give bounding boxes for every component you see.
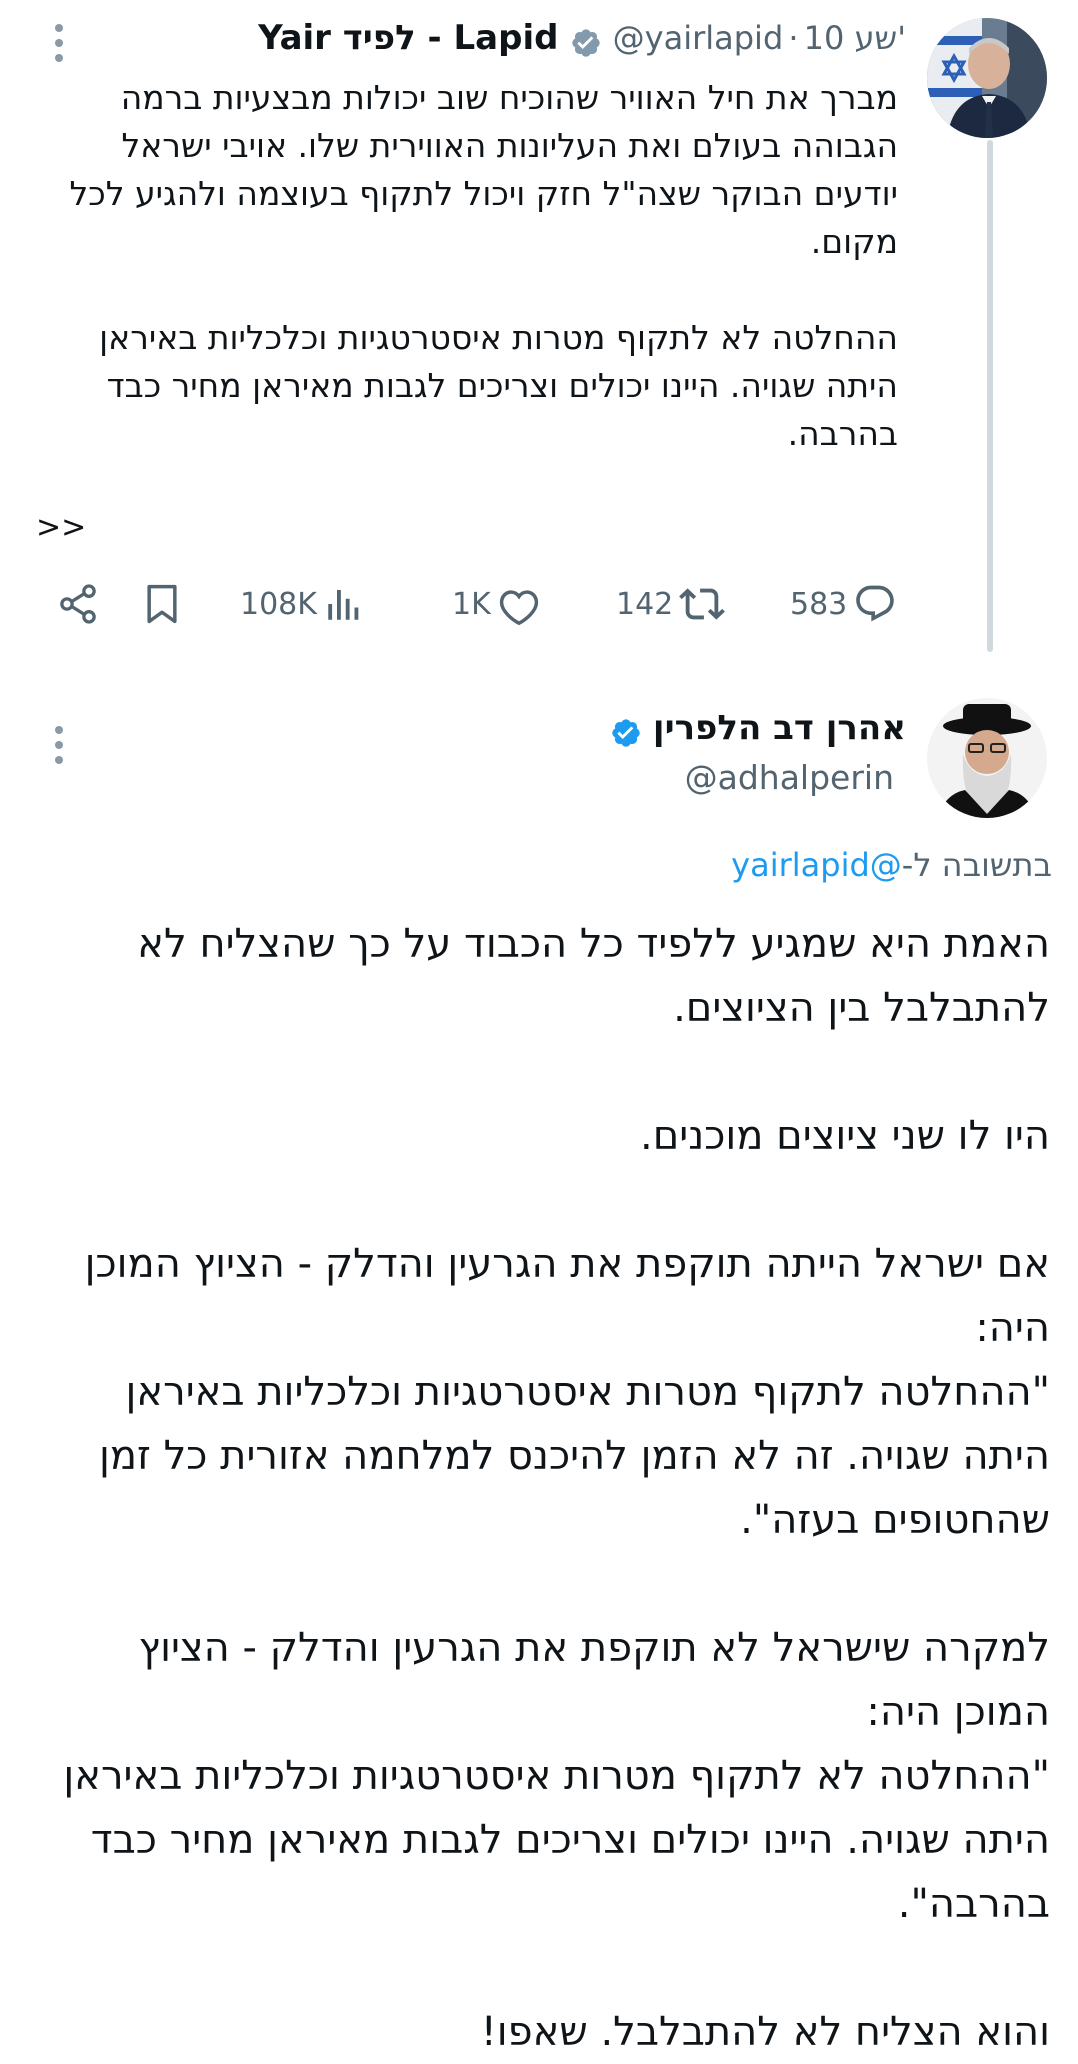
thread-connector-line bbox=[987, 140, 993, 652]
more-vertical-icon[interactable] bbox=[54, 24, 64, 69]
verified-badge-icon bbox=[610, 717, 642, 753]
share-icon bbox=[60, 584, 96, 624]
reply-to-mention[interactable]: @yairlapid bbox=[731, 846, 902, 884]
tweet-header: אהרן דב הלפרין bbox=[610, 708, 906, 756]
avatar-lapid[interactable] bbox=[927, 18, 1047, 138]
views-button[interactable]: 108K bbox=[240, 578, 365, 630]
reply-count: 583 bbox=[790, 586, 848, 622]
timestamp[interactable]: 10 שע' bbox=[804, 19, 906, 57]
reply-context: בתשובה ל-@yairlapid bbox=[731, 846, 1052, 884]
show-more-link[interactable]: >> bbox=[36, 510, 86, 545]
more-vertical-icon[interactable] bbox=[54, 726, 64, 771]
tweet-text: האמת היא שמגיע ללפיד כל הכבוד על כך שהצל… bbox=[63, 921, 1050, 2055]
reply-button[interactable]: 583 bbox=[790, 578, 897, 630]
tweet-text: מברך את חיל האוויר שהוכיח שוב יכולות מבצ… bbox=[69, 78, 898, 453]
avatar-halperin[interactable] bbox=[927, 698, 1047, 818]
repost-icon bbox=[679, 588, 726, 620]
reply-icon bbox=[856, 585, 895, 622]
bookmark-icon bbox=[147, 584, 177, 624]
heart-icon bbox=[499, 590, 538, 626]
handle[interactable]: @yairlapid bbox=[613, 19, 784, 57]
handle[interactable]: @adhalperin bbox=[685, 758, 894, 797]
tweet-header: Yair לפיד - Lapid @yairlapid · 10 שע' bbox=[258, 18, 906, 64]
share-button[interactable] bbox=[56, 578, 100, 630]
like-button[interactable]: 1K bbox=[452, 578, 541, 630]
separator-dot: · bbox=[788, 19, 799, 57]
reply-prefix: בתשובה ל- bbox=[901, 846, 1052, 884]
repost-count: 142 bbox=[616, 586, 674, 622]
avatar-halperin-image bbox=[927, 698, 1047, 818]
avatar-lapid-image bbox=[927, 18, 1047, 138]
display-name[interactable]: אהרן דב הלפרין bbox=[653, 708, 906, 748]
repost-button[interactable]: 142 bbox=[616, 578, 726, 630]
verified-badge-icon bbox=[570, 27, 602, 63]
views-icon bbox=[328, 590, 359, 620]
views-count: 108K bbox=[240, 586, 317, 622]
display-name[interactable]: Yair לפיד - Lapid bbox=[258, 18, 558, 58]
bookmark-button[interactable] bbox=[140, 578, 184, 630]
like-count: 1K bbox=[452, 586, 491, 622]
